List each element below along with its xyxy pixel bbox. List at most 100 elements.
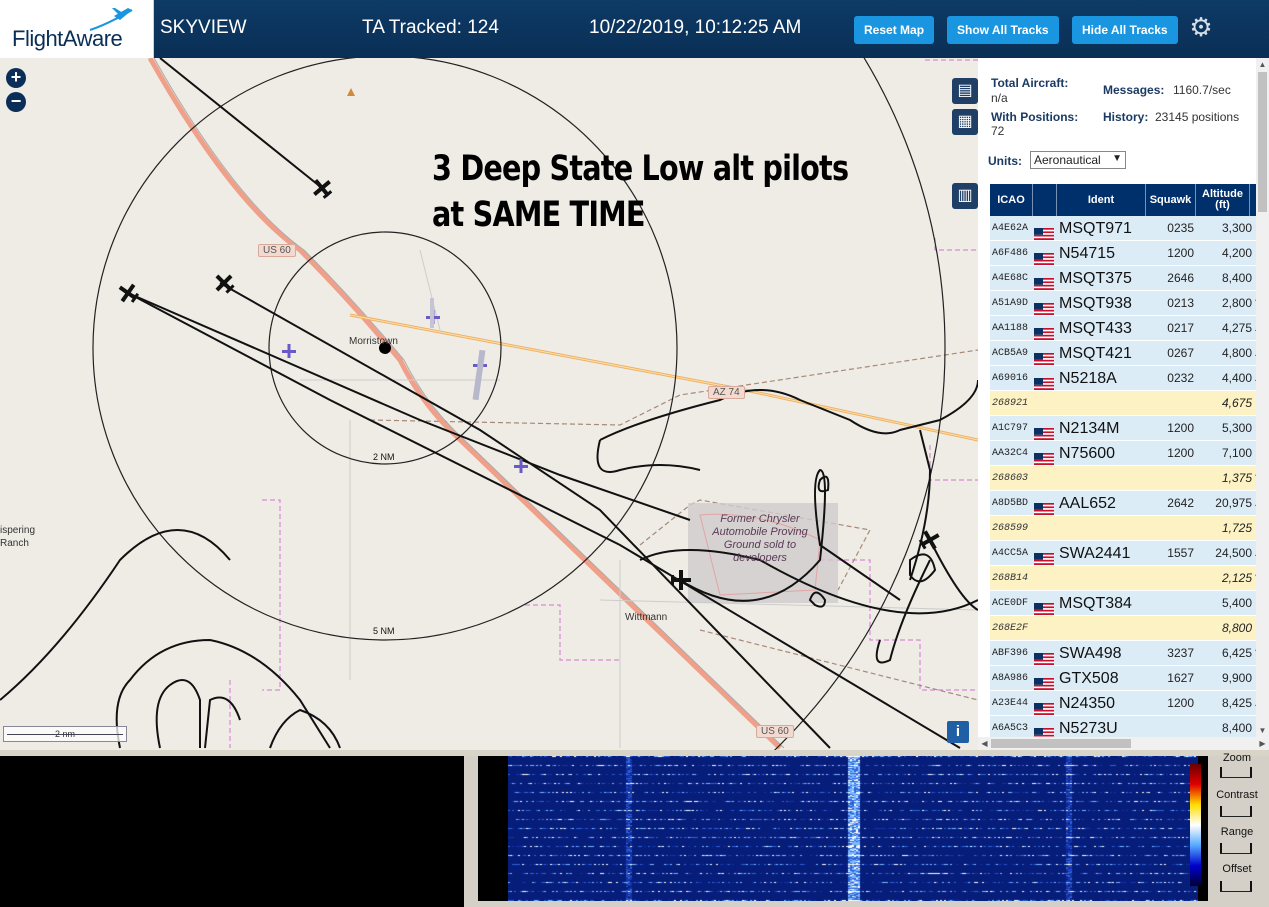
cell-squawk: 1200: [1167, 696, 1194, 710]
table-row[interactable]: 2686031,375▼: [990, 466, 1264, 491]
place-label-ranch-2: Ranch: [0, 538, 29, 549]
grid-icon[interactable]: ▦: [952, 109, 978, 135]
col-flag[interactable]: [1033, 184, 1057, 216]
cell-altitude: 9,900: [1221, 671, 1252, 685]
cell-ident: N24350: [1059, 695, 1116, 712]
with-positions-value: 72: [991, 124, 1005, 138]
table-header: ICAO Ident Squawk Altitude (ft): [990, 184, 1256, 216]
table-row[interactable]: AA1188MSQT43302174,275▲: [990, 316, 1264, 341]
col-squawk[interactable]: Squawk: [1146, 184, 1196, 216]
cell-altitude: 20,975: [1215, 496, 1252, 510]
show-all-tracks-button[interactable]: Show All Tracks: [947, 16, 1059, 44]
contrast-slider[interactable]: [1220, 806, 1252, 817]
table-row[interactable]: 268599 1,725: [990, 516, 1256, 541]
table-row[interactable]: A4E62A MSQT971 0235 3,300: [990, 216, 1256, 241]
horizontal-scrollbar[interactable]: ◀ ▶: [978, 737, 1269, 750]
cell-ident: N75600: [1059, 445, 1116, 462]
cell-icao: A23E44: [992, 698, 1029, 709]
cell-altitude: 8,800: [1221, 621, 1252, 635]
cell-icao: A8D5BD: [992, 498, 1029, 509]
table-row[interactable]: 268B142,125▼: [990, 566, 1264, 591]
cell-squawk: [1158, 516, 1194, 541]
columns-icon[interactable]: ▥: [952, 183, 978, 209]
scroll-left-icon[interactable]: ◀: [978, 737, 991, 750]
zoom-control-label: Zoom: [1222, 752, 1252, 764]
cell-ident: SWA498: [1059, 645, 1122, 662]
cell-ident: GTX508: [1059, 670, 1119, 687]
total-aircraft-label: Total Aircraft:: [991, 76, 1069, 90]
col-icao[interactable]: ICAO: [990, 184, 1033, 216]
units-select[interactable]: Aeronautical ▼: [1030, 151, 1126, 169]
col-altitude[interactable]: Altitude (ft): [1196, 184, 1250, 216]
table-row[interactable]: A8A986 GTX508 1627 9,900: [990, 666, 1256, 691]
scale-bar: 2 nm: [3, 726, 127, 742]
color-scale-bar: [1190, 764, 1201, 886]
contrast-control-label: Contrast: [1216, 789, 1258, 801]
hide-all-tracks-button[interactable]: Hide All Tracks: [1072, 16, 1178, 44]
table-row[interactable]: ACB5A9MSQT42102674,800▲: [990, 341, 1264, 366]
messages-label: Messages:: [1103, 83, 1165, 97]
col-ident[interactable]: Ident: [1057, 184, 1146, 216]
table-row[interactable]: A51A9DMSQT93802132,800▼: [990, 291, 1264, 316]
table-row[interactable]: A69016N5218A02324,400▲: [990, 366, 1264, 391]
table-row[interactable]: ACE0DF MSQT384 5,400: [990, 591, 1256, 616]
cell-ident: MSQT971: [1059, 220, 1132, 237]
cell-icao: A8A986: [992, 673, 1029, 684]
map-layer-icon[interactable]: ▤: [952, 78, 978, 104]
table-row[interactable]: ABF396SWA49832376,425▼: [990, 641, 1264, 666]
table-row[interactable]: 268E2F 8,800: [990, 616, 1256, 641]
units-value: Aeronautical: [1034, 153, 1101, 167]
top-bar: FlightAware SKYVIEW TA Tracked: 124 10/2…: [0, 0, 1269, 58]
cell-icao: A6F486: [992, 248, 1029, 259]
cell-icao: ACE0DF: [992, 598, 1029, 609]
cell-icao: 268921: [992, 398, 1029, 409]
hscroll-thumb[interactable]: [991, 739, 1131, 748]
reset-map-button[interactable]: Reset Map: [854, 16, 935, 44]
cell-icao: AA32C4: [992, 448, 1029, 459]
zoom-out-button[interactable]: −: [6, 92, 26, 112]
table-row[interactable]: 268921 4,675: [990, 391, 1256, 416]
cell-squawk: 0213: [1167, 296, 1194, 310]
scroll-right-icon[interactable]: ▶: [1256, 737, 1269, 750]
cell-icao: A4E68C: [992, 273, 1029, 284]
scroll-thumb[interactable]: [1258, 72, 1267, 212]
vertical-scrollbar[interactable]: ▲ ▼: [1256, 58, 1269, 737]
cell-ident: N5218A: [1059, 370, 1117, 387]
cell-altitude: 3,300: [1221, 221, 1252, 235]
cell-squawk: 3237: [1167, 646, 1194, 660]
table-row[interactable]: A1C797 N2134M 1200 5,300: [990, 416, 1256, 441]
us-flag-icon: [1034, 273, 1054, 290]
cell-altitude: 4,200: [1221, 246, 1252, 260]
table-row[interactable]: A6F486 N54715 1200 4,200: [990, 241, 1256, 266]
annotation-line-1: 3 Deep State Low alt pilots: [432, 149, 849, 189]
table-body: A4E62A MSQT971 0235 3,300 A6F486 N54715 1200 4,…: [990, 216, 1264, 750]
cell-altitude: 2,800: [1221, 296, 1252, 310]
us-flag-icon: [1034, 348, 1054, 365]
flightaware-logo[interactable]: FlightAware: [0, 0, 154, 58]
cell-icao: A1C797: [992, 423, 1029, 434]
info-button[interactable]: i: [947, 721, 969, 743]
zoom-in-button[interactable]: +: [6, 68, 26, 88]
table-row[interactable]: A23E44N2435012008,425▲: [990, 691, 1264, 716]
cell-icao: A4CC5A: [992, 548, 1029, 559]
cell-altitude: 5,400: [1221, 596, 1252, 610]
cell-altitude: 8,400: [1221, 271, 1252, 285]
map-view[interactable]: + − ▤ ▦ ▥ US 60 AZ 74 US 60 Morristown W…: [0, 58, 978, 750]
range-slider[interactable]: [1220, 843, 1252, 854]
scroll-up-icon[interactable]: ▲: [1256, 58, 1269, 71]
cell-squawk: [1158, 616, 1194, 641]
cell-squawk: 0235: [1167, 221, 1194, 235]
zoom-slider[interactable]: [1220, 767, 1252, 778]
cell-altitude: 1,375: [1221, 471, 1252, 485]
table-row[interactable]: AA32C4 N75600 1200 7,100: [990, 441, 1256, 466]
gear-icon[interactable]: ⚙: [1188, 14, 1214, 40]
cell-ident: N2134M: [1059, 420, 1120, 437]
table-row[interactable]: A8D5BDAAL652264220,975▲: [990, 491, 1264, 516]
scroll-down-icon[interactable]: ▼: [1256, 724, 1269, 737]
waterfall-display[interactable]: [508, 756, 1198, 901]
table-row[interactable]: A4CC5ASWA2441155724,500▲: [990, 541, 1264, 566]
offset-slider[interactable]: [1220, 881, 1252, 892]
table-row[interactable]: A4E68C MSQT375 2646 8,400: [990, 266, 1256, 291]
us-flag-icon: [1034, 423, 1054, 440]
aircraft-panel: Total Aircraft: n/a With Positions: 72 M…: [978, 58, 1269, 750]
